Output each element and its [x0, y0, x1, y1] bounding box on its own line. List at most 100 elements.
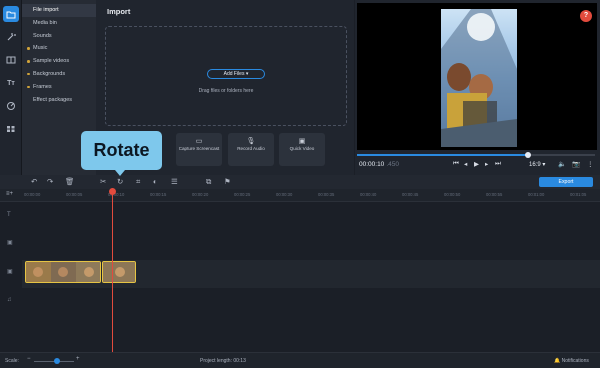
drop-hint: Drag files or folders here [198, 88, 254, 94]
notifications-label: Notifications [561, 358, 589, 364]
category-label: File import [33, 7, 59, 13]
progress-handle[interactable] [525, 152, 532, 158]
skip-end-icon[interactable]: ⏭ [495, 160, 501, 168]
ruler-tick: 00:01:05 [570, 192, 587, 197]
capture-screencast-button[interactable]: ▭ Capture Screencast [176, 133, 222, 166]
export-button[interactable]: Export [539, 177, 593, 187]
color-adjust-icon[interactable]: ◐ [153, 177, 158, 186]
grid-icon[interactable] [3, 121, 19, 137]
next-frame-icon[interactable]: ▸ [485, 160, 488, 168]
aspect-ratio-select[interactable]: 16:9 ▾ [529, 161, 545, 168]
stickers-icon[interactable] [3, 98, 19, 114]
help-button[interactable]: ? [580, 10, 592, 22]
project-length-label: Project length: [200, 358, 232, 364]
category-sounds[interactable]: Sounds [22, 30, 96, 43]
titles-icon[interactable]: Tт [3, 75, 19, 91]
playhead-handle[interactable] [109, 188, 116, 195]
notifications-button[interactable]: 🔔 Notifications [554, 358, 589, 364]
video-clip[interactable] [102, 261, 136, 283]
timeline-toolbar: ↶ ↷ 🗑 ✂ ↻ ⌗ ◐ ☰ ⧉ ⚑ Export [0, 175, 600, 189]
chevron-down-icon: ▾ [245, 71, 249, 77]
category-media-bin[interactable]: Media bin [22, 17, 96, 30]
play-icon[interactable]: ▶ [474, 160, 479, 168]
prev-frame-icon[interactable]: ◂ [464, 160, 467, 168]
video-track-icon: ▣ [7, 269, 13, 275]
overlay-track-icon: ▣ [7, 240, 13, 246]
zoom-out-icon[interactable]: − [27, 356, 31, 362]
scale-label: Scale: [5, 358, 19, 364]
snapshot-icon[interactable]: 📷 [572, 160, 580, 168]
drop-zone[interactable]: Add Files ▾ Drag files or folders here [105, 26, 347, 126]
bell-icon: 🔔 [554, 358, 561, 364]
category-label: Frames [33, 83, 52, 90]
preview-photo [441, 9, 517, 147]
ruler-tick: 00:00:35 [318, 192, 335, 197]
new-dot-icon [27, 60, 30, 63]
marker-icon[interactable]: ⚑ [224, 177, 231, 186]
new-dot-icon [27, 72, 30, 76]
timecode: 00:00:10.450 [359, 161, 399, 168]
track-settings-icon[interactable]: ≡+ [6, 191, 13, 197]
import-icon[interactable] [3, 6, 19, 22]
ruler-tick: 00:00:50 [444, 192, 461, 197]
undo-icon[interactable]: ↶ [31, 177, 37, 186]
playback-progress[interactable] [357, 152, 595, 158]
preview-screen: ? [357, 3, 597, 150]
ruler-tick: 00:00:45 [402, 192, 419, 197]
more-icon[interactable]: ⋮ [587, 160, 594, 168]
quick-video-button[interactable]: ▣ Quick Video [279, 133, 325, 166]
tile-label: Record Audio [237, 146, 265, 151]
record-audio-button[interactable]: 🎙 Record Audio [228, 133, 274, 166]
project-length-value: 00:13 [233, 358, 246, 364]
ruler-tick: 00:01:00 [528, 192, 545, 197]
overlay-icon[interactable]: ⧉ [206, 177, 211, 187]
progress-fill [357, 154, 529, 156]
category-effect-packages[interactable]: Effect packages [22, 94, 96, 107]
scale-slider-handle[interactable] [54, 358, 60, 364]
tile-label: Capture Screencast [178, 146, 220, 151]
movavi-editor-window: Tт File import Media bin Sounds Music Sa… [0, 0, 600, 368]
project-length: Project length: 00:13 [200, 358, 246, 364]
magic-wand-icon[interactable] [3, 29, 19, 45]
redo-icon[interactable]: ↷ [47, 177, 53, 186]
skip-start-icon[interactable]: ⏮ [453, 160, 459, 168]
category-label: Sample videos [33, 58, 70, 65]
delete-icon[interactable]: 🗑 [65, 177, 75, 186]
transitions-icon[interactable] [3, 52, 19, 68]
new-dot-icon [27, 47, 30, 50]
timecode-value: 00:00:10 [359, 161, 385, 168]
status-bar: Scale: − + Project length: 00:13 🔔 Notif… [0, 352, 600, 368]
ruler-tick: 00:00:15 [150, 192, 167, 197]
add-files-button[interactable]: Add Files ▾ [207, 69, 265, 79]
volume-icon[interactable]: 🔈 [558, 160, 566, 168]
quick-video-icon: ▣ [298, 138, 306, 145]
rotate-icon[interactable]: ↻ [117, 177, 123, 186]
tile-label: Quick Video [289, 146, 315, 151]
video-clip[interactable] [25, 261, 101, 283]
ruler-tick: 00:00:30 [276, 192, 293, 197]
playhead[interactable] [112, 188, 113, 352]
category-sample-videos[interactable]: Sample videos [22, 55, 96, 68]
panel-title: Import [107, 7, 131, 16]
category-label: Effect packages [33, 96, 73, 103]
category-label: Media bin [33, 19, 57, 26]
ruler-tick: 00:00:55 [486, 192, 503, 197]
add-files-label: Add Files [223, 71, 245, 77]
tool-rail: Tт [0, 0, 22, 175]
zoom-in-icon[interactable]: + [76, 356, 80, 362]
audio-track-icon: ♫ [7, 297, 12, 303]
text-track-icon: T [7, 212, 11, 218]
ruler-tick: 00:00:40 [360, 192, 377, 197]
timecode-ms: .450 [386, 161, 399, 168]
preview-panel: ? 00:00:10.450 ⏮ ◂ ▶ ▸ ⏭ 16:9 ▾ 🔈 📷 ⋮ [355, 0, 600, 175]
category-music[interactable]: Music [22, 42, 96, 55]
clip-properties-icon[interactable]: ☰ [171, 177, 178, 186]
category-label: Backgrounds [33, 70, 66, 77]
category-frames[interactable]: Frames [22, 81, 96, 94]
timeline-ruler[interactable]: ≡+ 00:00:00 00:00:05 00:00:10 00:00:15 0… [0, 189, 600, 202]
category-label: Sounds [33, 32, 52, 39]
category-file-import[interactable]: File import [22, 4, 96, 17]
crop-icon[interactable]: ⌗ [136, 177, 140, 187]
cut-icon[interactable]: ✂ [100, 177, 106, 186]
category-backgrounds[interactable]: Backgrounds [22, 68, 96, 81]
